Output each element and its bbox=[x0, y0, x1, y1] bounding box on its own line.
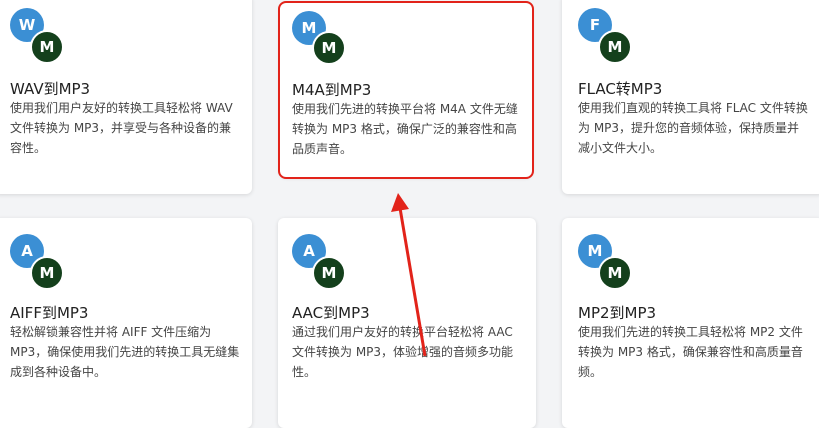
red-arrow-icon bbox=[391, 193, 427, 357]
